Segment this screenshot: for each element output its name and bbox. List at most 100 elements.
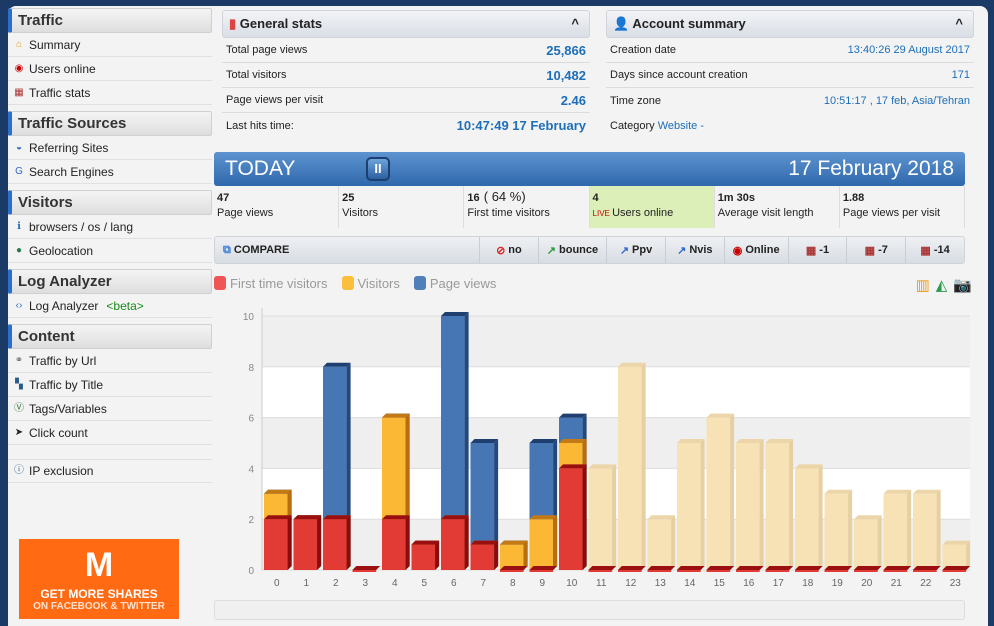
ad-banner[interactable]: M GET MORE SHARES ON FACEBOOK & TWITTER [19,539,179,619]
compare-button[interactable]: ▦ -1 [787,237,847,263]
kpi-value: 4 [592,192,599,204]
visitors-bar [529,519,554,570]
first-time-bar-side [317,515,322,570]
x-tick-label: 0 [274,578,280,589]
visitors-bar-top [382,413,410,418]
hourly-chart: 02468100 1 2 3 4 5 6 7 8 9 10 11 12 13 14 15 16 17 18 19 20 2… [243,308,971,589]
comparison-bar-side [612,464,617,570]
legend-page-views[interactable]: Page views [413,276,497,291]
category-link[interactable]: Website - [658,120,704,132]
compare-title: COMPARE [233,243,290,256]
sidebar-item-label: Traffic by Title [29,377,104,392]
camera-icon[interactable]: 📷 [953,276,972,294]
sidebar-item[interactable]: ◉ Users online [8,57,212,81]
bounce-icon: ↗ [546,244,557,257]
first-time-bar-top [352,566,381,570]
ip-icon: ⓘ [14,465,24,476]
x-tick-label: 12 [625,578,637,589]
next-panel [214,600,965,620]
grid-band [262,316,970,367]
first-time-bar-top [323,515,351,520]
sidebar-item[interactable]: ⚭ Traffic by Url [8,349,212,373]
comparison-bar [854,519,878,570]
kpi-label: Visitors [342,207,379,219]
globe-icon: ● [15,244,23,256]
kpi-value: 1m 30s [717,192,755,204]
legend-visitors[interactable]: Visitors [341,276,400,291]
compare-button[interactable]: ↗ bounce [537,237,606,263]
comparison-bar-side [848,489,853,570]
x-tick-label: 5 [421,578,427,589]
sidebar-item-ip-exclusion[interactable]: ⓘ IP exclusion [8,459,212,483]
visitors-bar-side [523,540,528,570]
calendar-icon: ▦ [864,244,876,257]
sidebar-item[interactable]: ⌂ Summary [8,33,212,57]
stat-row: Page views per visit 2.46 [222,88,590,113]
first-time-bar-top [854,566,882,570]
row-value: 171 [951,69,970,81]
first-time-bar [529,570,554,572]
comparison-bar [913,493,937,570]
y-tick-label: 4 [248,464,254,475]
comparison-bar-side [730,413,735,570]
y-tick-label: 10 [243,312,255,323]
sidebar-item[interactable]: G Search Engines [8,160,212,184]
pause-button[interactable]: II [366,157,390,181]
panel-title: General stats [239,16,323,31]
sidebar-item[interactable]: ● Geolocation [8,239,212,263]
first-time-bar [677,570,701,572]
collapse-icon[interactable]: ^ [571,11,579,37]
row-label: Time zone [610,94,661,107]
row-label: Creation date [610,44,677,56]
kpi-extra: ( 64 %) [483,189,526,204]
sidebar-item[interactable]: Ⓥ Tags/Variables [8,397,212,421]
sidebar-item[interactable]: ‹› Log Analyzer <beta> [8,294,212,318]
first-time-bar [293,519,318,570]
home-icon: ⌂ [15,38,23,50]
y-tick-label: 8 [248,363,254,374]
comparison-bar [883,493,908,570]
compare-button[interactable]: ↗ Ppv [606,237,665,263]
comparison-bar-side [671,515,676,570]
first-time-bar [736,570,760,572]
chart-icon: ↗ [677,244,687,257]
sidebar-item[interactable]: ◒ Referring Sites [8,136,212,160]
sidebar-item[interactable]: ▚ Traffic by Title [8,373,212,397]
bar-chart-icon[interactable]: ▥ [916,276,930,294]
sidebar-item-label: Log Analyzer [29,298,99,313]
row-label: Page views per visit [226,94,324,106]
compare-button[interactable]: ◉ Online [723,237,788,263]
chart-icon: ↗ [619,244,630,257]
first-time-bar-top [588,566,617,570]
compare-button[interactable]: ⊘ no [479,237,538,263]
first-time-bar-side [435,540,440,570]
sidebar-item-label: Traffic stats [29,85,91,100]
compare-button[interactable]: ↗ Nvis [664,237,724,263]
sidebar-item[interactable]: ℹ browsers / os / lang [8,215,212,239]
compare-button[interactable]: ▦ -7 [846,237,905,263]
compare-button-label: Online [745,244,780,256]
sidebar-item-label: Geolocation [29,243,94,258]
first-time-bar [559,468,583,570]
sidebar-item[interactable]: ▦ Traffic stats [8,81,212,105]
ad-text: GET MORE SHARES [40,587,158,601]
first-time-bar-side [405,515,410,570]
legend-label: Page views [429,276,497,291]
first-time-bar-top [942,566,971,570]
comparison-bar-side [936,489,941,570]
visitors-bar-top [529,515,558,520]
compare-button[interactable]: ▦ -14 [905,237,964,263]
first-time-bar-side [494,540,499,570]
today-date: 17 February 2018 [788,157,954,180]
legend-first-time[interactable]: First time visitors [214,276,328,291]
x-tick-label: 6 [451,578,457,589]
first-time-bar-top [795,566,823,570]
area-chart-icon[interactable]: ◭ [936,276,948,294]
sidebar: Traffic ⌂ Summary ◉ Users online ▦ Traffic sta… [8,8,212,483]
comparison-bar [647,519,672,570]
collapse-icon[interactable]: ^ [955,11,963,37]
first-time-bar-side [287,515,292,570]
tag-icon: Ⓥ [14,402,24,414]
sidebar-item[interactable]: ➤ Click count [8,421,212,445]
x-tick-label: 11 [596,578,607,589]
